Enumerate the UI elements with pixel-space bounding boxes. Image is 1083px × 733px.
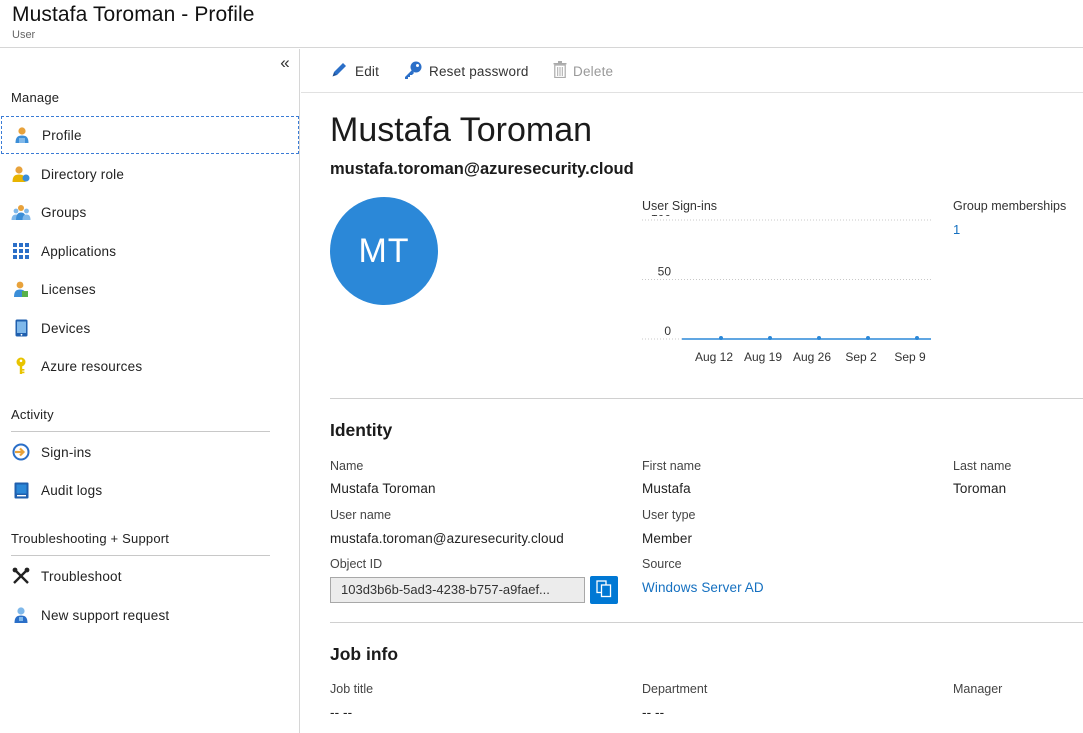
key-icon <box>403 60 423 83</box>
sidebar-item-licenses[interactable]: Licenses <box>1 270 299 308</box>
department-value: -- -- <box>642 705 665 720</box>
user-email: mustafa.toroman@azuresecurity.cloud <box>330 160 634 178</box>
identity-section-title: Identity <box>330 420 393 440</box>
chart-data-point <box>817 336 821 340</box>
job-title-label: Job title <box>330 682 374 696</box>
chart-x-tick-label: Aug 26 <box>793 350 831 364</box>
page-header: Mustafa Toroman - Profile User <box>0 0 1083 48</box>
sidebar-item-profile[interactable]: Profile <box>1 116 299 154</box>
name-value: Mustafa Toroman <box>330 481 436 496</box>
avatar: MT <box>330 197 438 305</box>
chart-data-point <box>866 336 870 340</box>
reset-password-button[interactable]: Reset password <box>403 59 529 83</box>
support-user-icon <box>11 605 31 625</box>
sidebar-item-applications[interactable]: Applications <box>1 232 299 270</box>
sidebar-item-groups[interactable]: Groups <box>1 193 299 231</box>
chart-y-tick-label: 0 <box>664 324 671 338</box>
sidebar-item-devices[interactable]: Devices <box>1 309 299 347</box>
divider <box>330 398 1083 399</box>
manager-label: Manager <box>953 682 1003 696</box>
section-header-troubleshooting: Troubleshooting + Support <box>11 531 170 546</box>
sidebar-item-label: Groups <box>41 204 87 220</box>
user-name-value: mustafa.toroman@azuresecurity.cloud <box>330 531 564 546</box>
sidebar: « Manage Profile Directory role Groups A… <box>0 49 300 733</box>
chart-x-tick-label: Sep 2 <box>845 350 877 364</box>
source-link[interactable]: Windows Server AD <box>642 580 764 595</box>
chart-x-tick-label: Aug 19 <box>744 350 782 364</box>
job-info-section-title: Job info <box>330 644 399 664</box>
sidebar-item-label: New support request <box>41 607 170 623</box>
sidebar-item-label: Troubleshoot <box>41 568 122 584</box>
directory-role-icon <box>11 164 31 184</box>
chart-data-point <box>915 336 919 340</box>
edit-button[interactable]: Edit <box>330 59 379 83</box>
delete-button[interactable]: Delete <box>553 59 613 83</box>
department-label: Department <box>642 682 708 696</box>
pencil-icon <box>330 60 349 82</box>
device-icon <box>11 318 31 338</box>
main-content: Edit Reset password Delete Mustafa Torom… <box>301 49 1083 733</box>
copy-icon <box>596 579 612 601</box>
section-divider <box>11 555 270 556</box>
toolbar: Edit Reset password Delete <box>301 49 1083 93</box>
group-memberships-link[interactable]: 1 <box>953 222 960 237</box>
chart-y-tick-label: 50 <box>658 265 672 279</box>
user-type-label: User type <box>642 508 696 522</box>
key-icon <box>11 356 31 376</box>
sidebar-item-label: Licenses <box>41 281 96 297</box>
job-title-value: -- -- <box>330 705 353 720</box>
chart-data-point <box>768 336 772 340</box>
user-type-value: Member <box>642 531 693 546</box>
user-name-label: User name <box>330 508 392 522</box>
first-name-value: Mustafa <box>642 481 691 496</box>
sidebar-item-label: Azure resources <box>41 358 143 374</box>
divider <box>330 622 1083 623</box>
object-id-field[interactable]: 103d3b6b-5ad3-4238-b757-a9faef... <box>330 577 585 603</box>
page-subtitle: User <box>12 29 36 41</box>
object-id-label: Object ID <box>330 557 383 571</box>
sidebar-item-audit-logs[interactable]: Audit logs <box>1 471 299 509</box>
user-display-name: Mustafa Toroman <box>330 111 593 149</box>
trash-icon <box>553 61 567 81</box>
user-icon <box>12 125 32 145</box>
chart-x-tick-label: Aug 12 <box>695 350 733 364</box>
collapse-sidebar-button[interactable]: « <box>276 53 294 73</box>
copy-to-clipboard-button[interactable] <box>590 576 618 604</box>
name-label: Name <box>330 459 364 473</box>
groups-icon <box>11 202 31 222</box>
sidebar-item-sign-ins[interactable]: Sign-ins <box>1 433 299 471</box>
sidebar-item-label: Audit logs <box>41 482 103 498</box>
sign-ins-chart: 100 50 0 Aug 12 Aug 19 Aug 26 Sep 2 Sep 9 <box>642 215 931 364</box>
sidebar-item-label: Profile <box>42 127 82 143</box>
sidebar-item-troubleshoot[interactable]: Troubleshoot <box>1 557 299 595</box>
chart-title: User Sign-ins <box>642 199 718 213</box>
source-label: Source <box>642 557 682 571</box>
wrench-icon <box>11 566 31 586</box>
applications-grid-icon <box>11 241 31 261</box>
last-name-value: Toroman <box>953 481 1007 496</box>
section-divider <box>11 431 270 432</box>
last-name-label: Last name <box>953 459 1012 473</box>
page-title: Mustafa Toroman - Profile <box>12 3 255 26</box>
section-header-activity: Activity <box>11 407 54 422</box>
sidebar-item-label: Devices <box>41 320 91 336</box>
licenses-icon <box>11 279 31 299</box>
sidebar-item-label: Sign-ins <box>41 444 92 460</box>
audit-log-icon <box>11 480 31 500</box>
chart-y-tick-label: 100 <box>651 215 671 219</box>
section-header-manage: Manage <box>11 90 60 105</box>
chart-x-tick-label: Sep 9 <box>894 350 926 364</box>
sidebar-item-azure-resources[interactable]: Azure resources <box>1 347 299 385</box>
first-name-label: First name <box>642 459 702 473</box>
sidebar-item-label: Applications <box>41 243 117 259</box>
sidebar-item-label: Directory role <box>41 166 125 182</box>
sidebar-item-new-support-request[interactable]: New support request <box>1 596 299 634</box>
sidebar-item-directory-role[interactable]: Directory role <box>1 155 299 193</box>
group-memberships-label: Group memberships <box>953 199 1067 213</box>
chart-data-point <box>719 336 723 340</box>
sign-in-icon <box>11 442 31 462</box>
